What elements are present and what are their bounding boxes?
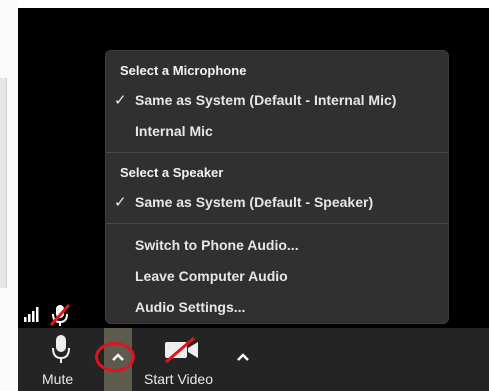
checkmark-icon: ✓: [114, 194, 127, 211]
video-off-icon: [165, 337, 198, 363]
speaker-section-header: Select a Speaker: [120, 165, 224, 180]
menu-divider: [106, 152, 448, 153]
start-video-label: Start Video: [144, 371, 214, 387]
menu-item-label: Same as System (Default - Speaker): [135, 194, 374, 210]
window-left-edge: [0, 0, 18, 391]
muted-mic-icon: [49, 303, 71, 327]
menu-item-label: Leave Computer Audio: [135, 268, 288, 284]
microphone-section-header: Select a Microphone: [120, 63, 247, 78]
chevron-up-icon: [237, 353, 249, 361]
checkmark-icon: ✓: [114, 92, 127, 109]
menu-item-label: Internal Mic: [135, 123, 213, 139]
signal-bars-icon: [24, 307, 39, 322]
menu-item-label: Same as System (Default - Internal Mic): [135, 92, 397, 108]
mute-button[interactable]: Mute: [38, 328, 82, 391]
audio-options-menu: Select a Microphone ✓ Same as System (De…: [105, 50, 449, 324]
start-video-button[interactable]: Start Video: [142, 328, 226, 391]
video-options-caret-button[interactable]: [229, 328, 257, 391]
window-edge-tab: [0, 78, 7, 288]
annotation-red-circle: [95, 342, 135, 372]
menu-item-label: Switch to Phone Audio...: [135, 237, 299, 253]
menu-divider: [106, 223, 448, 224]
mute-label: Mute: [42, 371, 74, 387]
meeting-toolbar: Mute Start Video: [18, 328, 489, 391]
microphone-icon: [52, 335, 70, 363]
menu-item-label: Audio Settings...: [135, 299, 246, 315]
